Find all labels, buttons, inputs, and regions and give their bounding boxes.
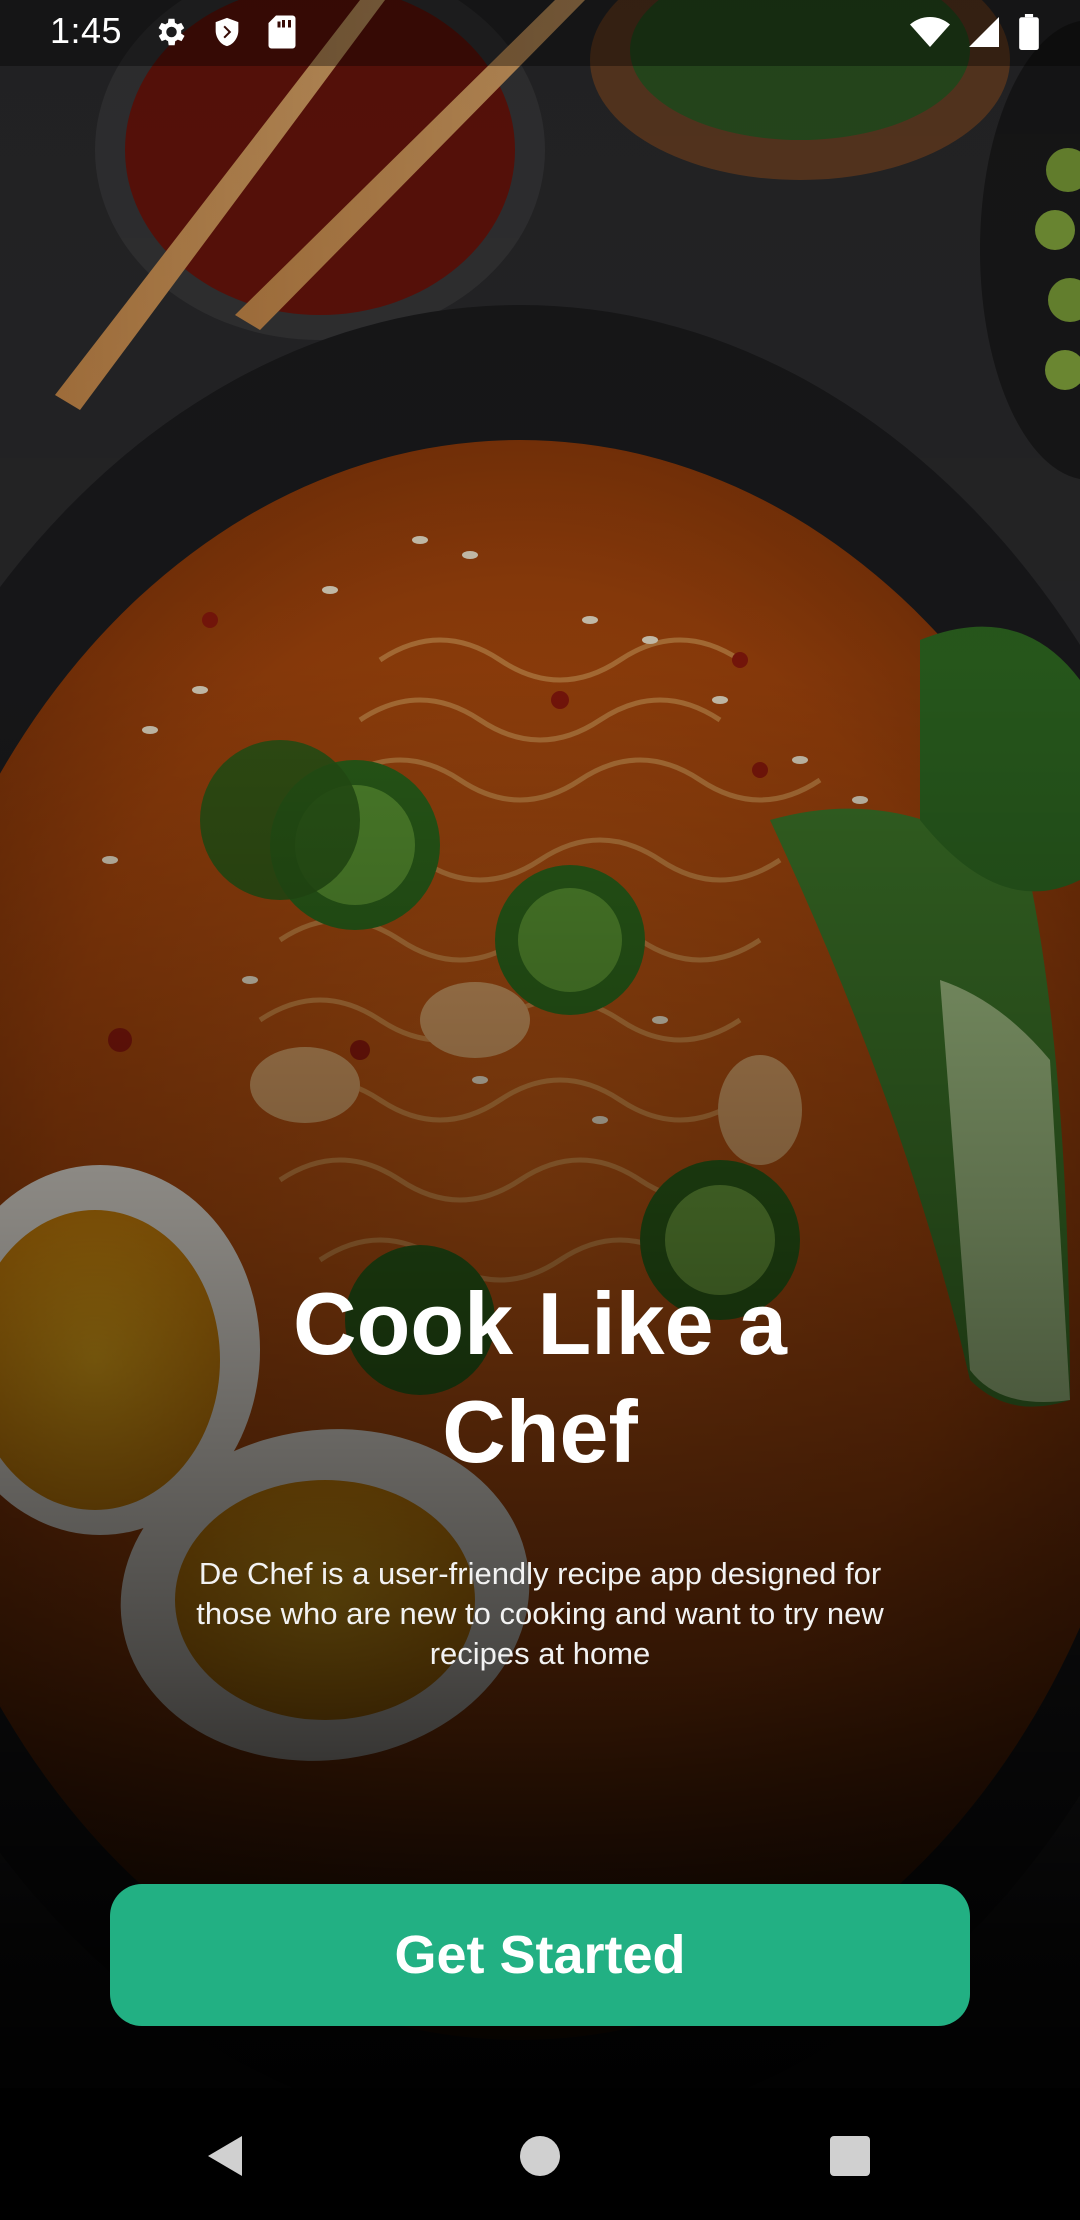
status-icons-right: [910, 14, 1040, 50]
back-icon[interactable]: [198, 2126, 258, 2186]
welcome-screen: 1:45 Cook Like a Chef De Chef is a user-…: [0, 0, 1080, 2220]
sd-card-icon: [266, 14, 298, 50]
battery-icon: [1018, 14, 1040, 50]
navigation-bar: [0, 2088, 1080, 2220]
recents-icon[interactable]: [820, 2126, 880, 2186]
hero-section: Cook Like a Chef De Chef is a user-frien…: [0, 1270, 1080, 1674]
home-icon[interactable]: [510, 2126, 570, 2186]
wifi-icon: [910, 14, 950, 50]
shield-icon: [210, 14, 244, 50]
status-bar: 1:45: [0, 0, 1080, 66]
status-icons-left: [152, 14, 298, 50]
hero-title: Cook Like a Chef: [293, 1274, 787, 1481]
hero-subtitle: De Chef is a user-friendly recipe app de…: [196, 1556, 884, 1671]
get-started-button[interactable]: Get Started: [110, 1884, 970, 2026]
status-time: 1:45: [50, 10, 123, 51]
cell-signal-icon: [966, 14, 1002, 50]
settings-icon: [152, 14, 188, 50]
